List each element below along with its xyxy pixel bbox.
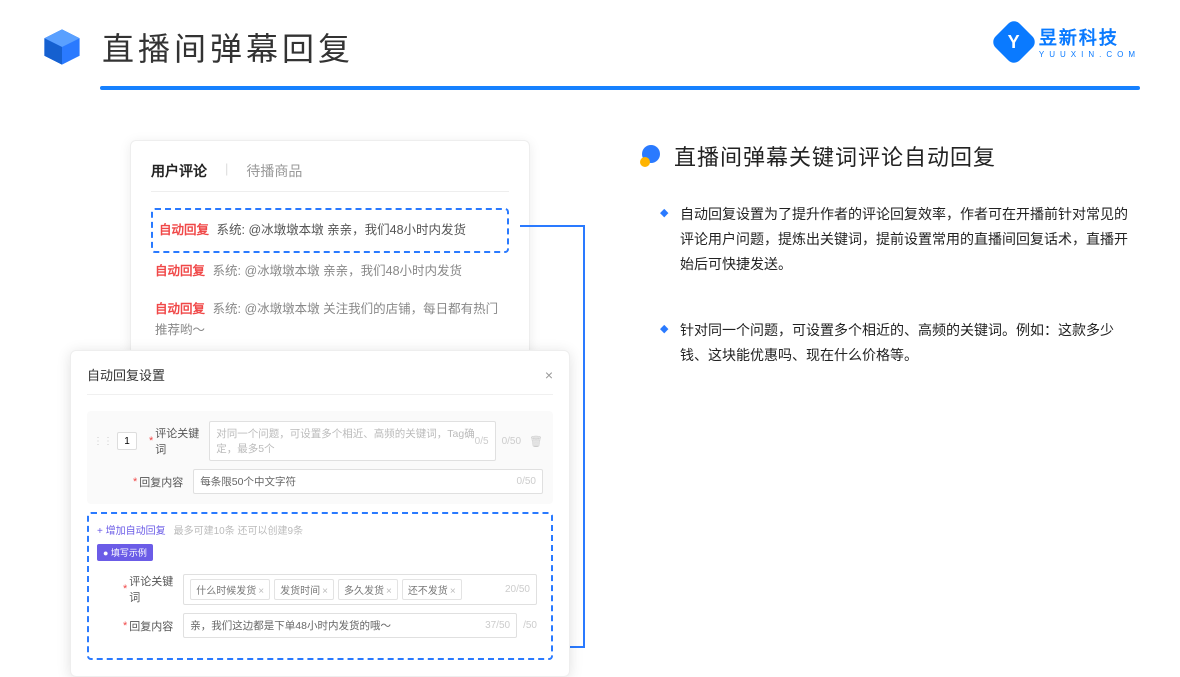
close-icon[interactable]: ×	[545, 367, 553, 383]
outer-counter: 0/50	[502, 436, 521, 447]
required-icon: *	[123, 620, 127, 632]
add-autoreply-link[interactable]: + 增加自动回复	[97, 522, 166, 537]
section-title: 直播间弹幕关键词评论自动回复	[674, 140, 996, 172]
trash-icon[interactable]: 🗑	[529, 435, 543, 448]
index-box: 1	[117, 432, 137, 450]
example-section: + 增加自动回复 最多可建10条 还可以创建9条 ● 填写示例 * 评论关键词 …	[87, 512, 553, 660]
cube-icon	[40, 25, 84, 69]
required-icon: *	[133, 476, 137, 488]
tab-user-comments[interactable]: 用户评论	[151, 161, 207, 181]
required-icon: *	[149, 435, 153, 447]
label-content: 回复内容	[129, 618, 183, 634]
keyword-input[interactable]: 对同一个问题，可设置多个相近、高频的关键词，Tag确定，最多5个 0/5	[209, 421, 495, 461]
page-title: 直播间弹幕回复	[102, 24, 354, 70]
example-badge: ● 填写示例	[97, 544, 153, 561]
tag[interactable]: 多久发货×	[338, 579, 398, 600]
drag-handle-icon[interactable]: ⋮⋮	[93, 436, 113, 447]
connector-line	[520, 225, 585, 227]
tab-pending-goods[interactable]: 待播商品	[246, 161, 302, 181]
label-keyword: 评论关键词	[129, 573, 183, 605]
eg-content-input[interactable]: 亲，我们这边都是下单48小时内发货的哦～ 37/50	[183, 613, 517, 638]
tab-separator: |	[225, 161, 228, 181]
eg-keyword-input[interactable]: 什么时候发货× 发货时间× 多久发货× 还不发货× 20/50	[183, 574, 537, 605]
connector-line	[583, 225, 585, 648]
bullet-item: 自动回复设置为了提升作者的评论回复效率，作者可在开播前针对常见的评论用户问题，提…	[660, 202, 1140, 278]
comment-row: 自动回复 系统: @冰墩墩本墩 关注我们的店铺，每日都有热门推荐哟～	[151, 291, 509, 350]
comment-row: 自动回复 系统: @冰墩墩本墩 亲亲，我们48小时内发货	[151, 253, 509, 290]
bullet-item: 针对同一个问题，可设置多个相近的、高频的关键词。例如：这款多少钱、这块能优惠吗、…	[660, 318, 1140, 368]
settings-title: 自动回复设置	[87, 365, 165, 384]
required-icon: *	[123, 583, 127, 595]
settings-card: 自动回复设置 × ⋮⋮ 1 * 评论关键词 对同一个问题，可设置多个相近、高频的…	[70, 350, 570, 677]
header-divider	[100, 86, 1140, 90]
label-keyword: 评论关键词	[155, 425, 209, 457]
comment-row-highlight: 自动回复 系统: @冰墩墩本墩 亲亲，我们48小时内发货	[151, 208, 509, 253]
tag[interactable]: 还不发货×	[402, 579, 462, 600]
tag[interactable]: 发货时间×	[274, 579, 334, 600]
trailing-counter: /50	[523, 620, 537, 631]
tag[interactable]: 什么时候发货×	[190, 579, 270, 600]
section-icon	[640, 145, 662, 167]
label-content: 回复内容	[139, 474, 193, 490]
content-input[interactable]: 每条限50个中文字符 0/50	[193, 469, 543, 494]
add-note: 最多可建10条 还可以创建9条	[174, 522, 303, 537]
brand-logo: Y 昱新科技 YUUXIN.COM	[997, 24, 1140, 59]
